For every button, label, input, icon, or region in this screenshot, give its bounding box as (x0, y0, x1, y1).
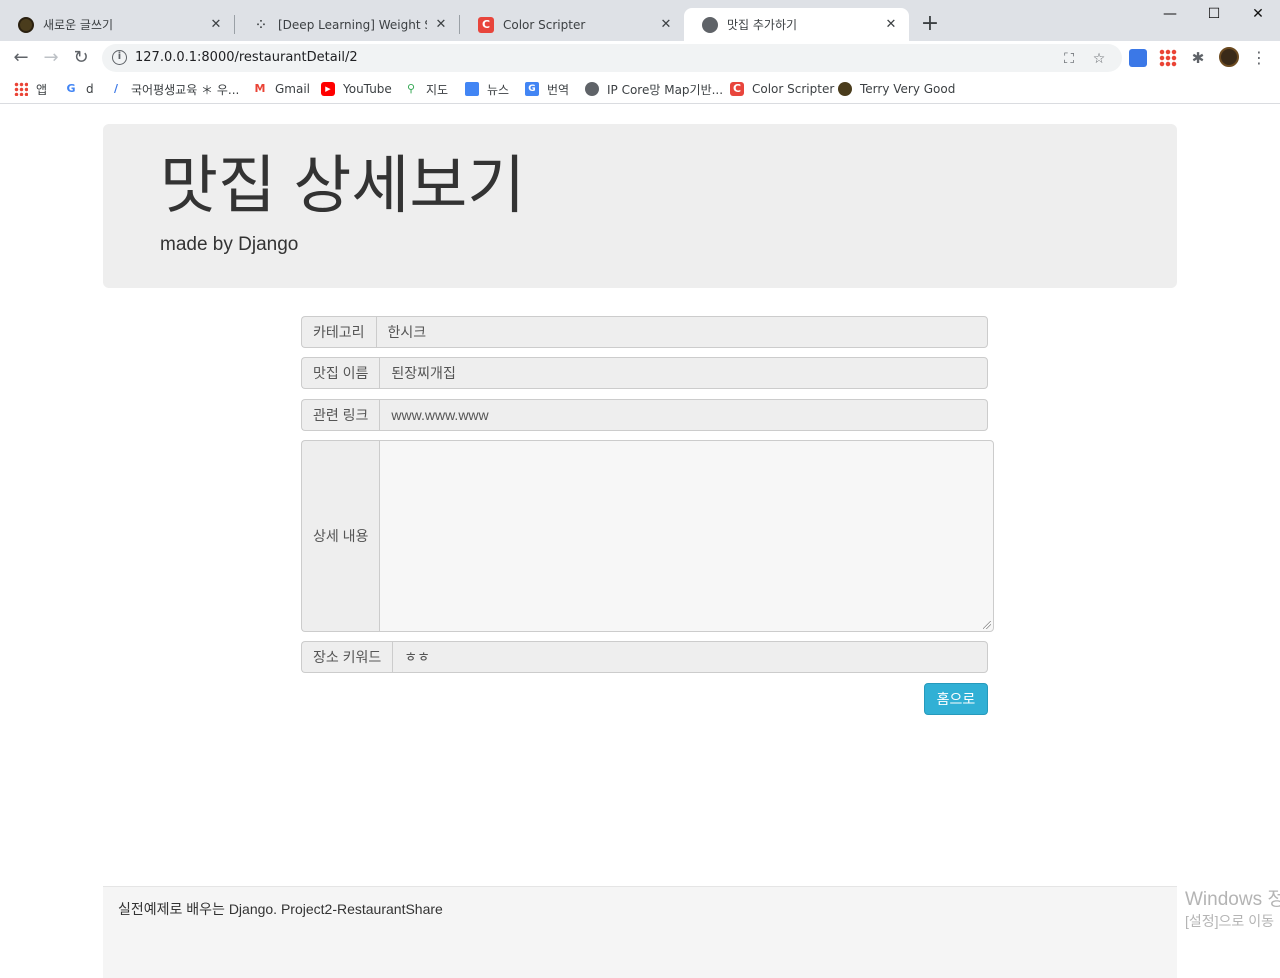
restaurant-name-field[interactable]: 된장찌개집 (379, 357, 988, 389)
bookmark-label: 번역 (547, 82, 570, 97)
bookmark-label: Gmail (275, 82, 311, 96)
news-icon (465, 82, 479, 96)
category-label: 카테고리 (301, 316, 376, 348)
bookmark-label: d (86, 82, 94, 96)
page-title: 맛집 상세보기 (160, 151, 526, 221)
bookmark-apps[interactable]: 앱 (14, 80, 47, 98)
new-tab-button[interactable]: + (917, 12, 943, 38)
back-arrow-icon[interactable]: ← (8, 45, 34, 71)
info-icon[interactable]: i (112, 50, 127, 65)
tab-title: 새로운 글쓰기 (43, 18, 114, 32)
reload-icon[interactable]: ↻ (68, 45, 94, 71)
bookmark-terry[interactable]: Terry Very Good (838, 80, 955, 98)
bookmark-translate[interactable]: G 번역 (525, 80, 569, 98)
browser-toolbar: ← → ↻ i 127.0.0.1:8000/restaurantDetail/… (0, 41, 1280, 75)
place-keyword-field[interactable]: ㅎㅎ (392, 641, 988, 673)
close-icon[interactable]: ✕ (883, 17, 899, 33)
bookmarks-bar: 앱 G d ∕ 국어평생교육 ＊ 우... M Gmail ▶ YouTube … (0, 75, 1280, 104)
bookmark-label: YouTube (343, 82, 392, 96)
tab-title: Color Scripter (503, 17, 586, 32)
address-bar[interactable]: i 127.0.0.1:8000/restaurantDetail/2 ⛶ ☆ (102, 44, 1122, 72)
bookmark-news[interactable]: 뉴스 (465, 80, 509, 98)
bookmark-maps[interactable]: ⚲ 지도 (404, 80, 448, 98)
translate-icon: G (525, 82, 539, 96)
detail-content-textarea[interactable] (379, 440, 994, 632)
related-link-field[interactable]: www.www.www (379, 399, 988, 431)
page-subtitle: made by Django (160, 234, 299, 255)
footer: 실전예제로 배우는 Django. Project2-RestaurantSha… (103, 886, 1177, 978)
close-icon[interactable]: ✕ (208, 17, 224, 33)
window-close-icon[interactable]: ✕ (1236, 3, 1280, 27)
apps-grid-icon[interactable] (1159, 49, 1177, 67)
bookmark-label: IP Core망 Map기반... (607, 82, 724, 97)
url-text[interactable]: 127.0.0.1:8000/restaurantDetail/2 (135, 50, 358, 65)
tab-title: 맛집 추가하기 (727, 18, 798, 32)
bookmark-gmail[interactable]: M Gmail (253, 80, 311, 98)
detail-content-label: 상세 내용 (301, 440, 380, 632)
extension-icon[interactable] (1129, 49, 1147, 67)
color-scripter-icon: C (730, 82, 744, 96)
globe-icon (702, 16, 718, 33)
avatar-icon (18, 16, 34, 33)
color-scripter-icon: C (478, 16, 494, 33)
page-header: 맛집 상세보기 made by Django (103, 124, 1177, 288)
link-group: 관련 링크 www.www.www (301, 399, 988, 431)
bookmark-label: 뉴스 (487, 82, 510, 97)
home-button[interactable]: 홈으로 (924, 683, 988, 715)
tab-title: [Deep Learning] Weight Standar (278, 17, 427, 32)
close-icon[interactable]: ✕ (433, 17, 449, 33)
profile-avatar-icon[interactable] (1219, 47, 1239, 67)
tab-active-restaurant[interactable]: 맛집 추가하기 ✕ (684, 8, 909, 41)
maps-icon: ⚲ (406, 82, 416, 95)
minimize-icon[interactable]: — (1148, 3, 1192, 27)
windows-activation-watermark: Windows 정 [설정]으로 이동 (1185, 888, 1280, 930)
bookmark-ip-core[interactable]: IP Core망 Map기반... (585, 80, 723, 98)
bookmark-google[interactable]: G d (64, 80, 94, 98)
close-icon[interactable]: ✕ (658, 17, 674, 33)
dots-icon: ⁘ (256, 17, 266, 31)
resize-handle-icon[interactable] (983, 621, 991, 629)
apps-icon (14, 82, 28, 96)
content-group: 상세 내용 (301, 440, 994, 632)
footer-text: 실전예제로 배우는 Django. Project2-RestaurantSha… (118, 901, 443, 917)
menu-kebab-icon[interactable]: ⋮ (1246, 45, 1272, 71)
bookmark-label: 앱 (36, 82, 48, 97)
tab-deep-learning[interactable]: ⁘ [Deep Learning] Weight Standar ✕ (235, 8, 459, 41)
google-icon: G (66, 82, 76, 95)
bookmark-star-icon[interactable]: ☆ (1090, 50, 1108, 68)
bookmark-youtube[interactable]: ▶ YouTube (321, 80, 392, 98)
tab-color-scripter[interactable]: C Color Scripter ✕ (460, 8, 684, 41)
bookmark-label: Terry Very Good (860, 82, 956, 96)
category-field[interactable]: 한시크 (375, 316, 988, 348)
related-link-label: 관련 링크 (301, 399, 380, 431)
watermark-line1: Windows 정 (1185, 889, 1280, 910)
tab-new-post[interactable]: 새로운 글쓰기 ✕ (0, 8, 234, 41)
maximize-icon[interactable]: ☐ (1192, 3, 1236, 27)
bookmark-label: 국어평생교육 ＊ 우... (131, 82, 240, 97)
forward-arrow-icon[interactable]: → (38, 45, 64, 71)
avatar-icon (838, 82, 852, 96)
bookmark-label: 지도 (426, 82, 449, 97)
gmail-icon: M (254, 82, 266, 95)
puzzle-icon[interactable]: ✱ (1189, 49, 1207, 67)
bookmark-korean-edu[interactable]: ∕ 국어평생교육 ＊ 우... (109, 80, 239, 98)
translate-icon[interactable]: ⛶ (1060, 50, 1078, 68)
bookmark-color-scripter[interactable]: C Color Scripter (730, 80, 834, 98)
link-icon: ∕ (113, 82, 119, 95)
restaurant-name-label: 맛집 이름 (301, 357, 380, 389)
tab-strip: 새로운 글쓰기 ✕ ⁘ [Deep Learning] Weight Stand… (0, 0, 1280, 41)
watermark-line2: [설정]으로 이동 (1185, 913, 1274, 929)
keyword-group: 장소 키워드 ㅎㅎ (301, 641, 988, 673)
place-keyword-label: 장소 키워드 (301, 641, 393, 673)
category-group: 카테고리 한시크 (301, 316, 988, 348)
bookmark-label: Color Scripter (752, 82, 835, 96)
globe-icon (585, 82, 599, 96)
youtube-icon: ▶ (321, 82, 335, 96)
name-group: 맛집 이름 된장찌개집 (301, 357, 988, 389)
